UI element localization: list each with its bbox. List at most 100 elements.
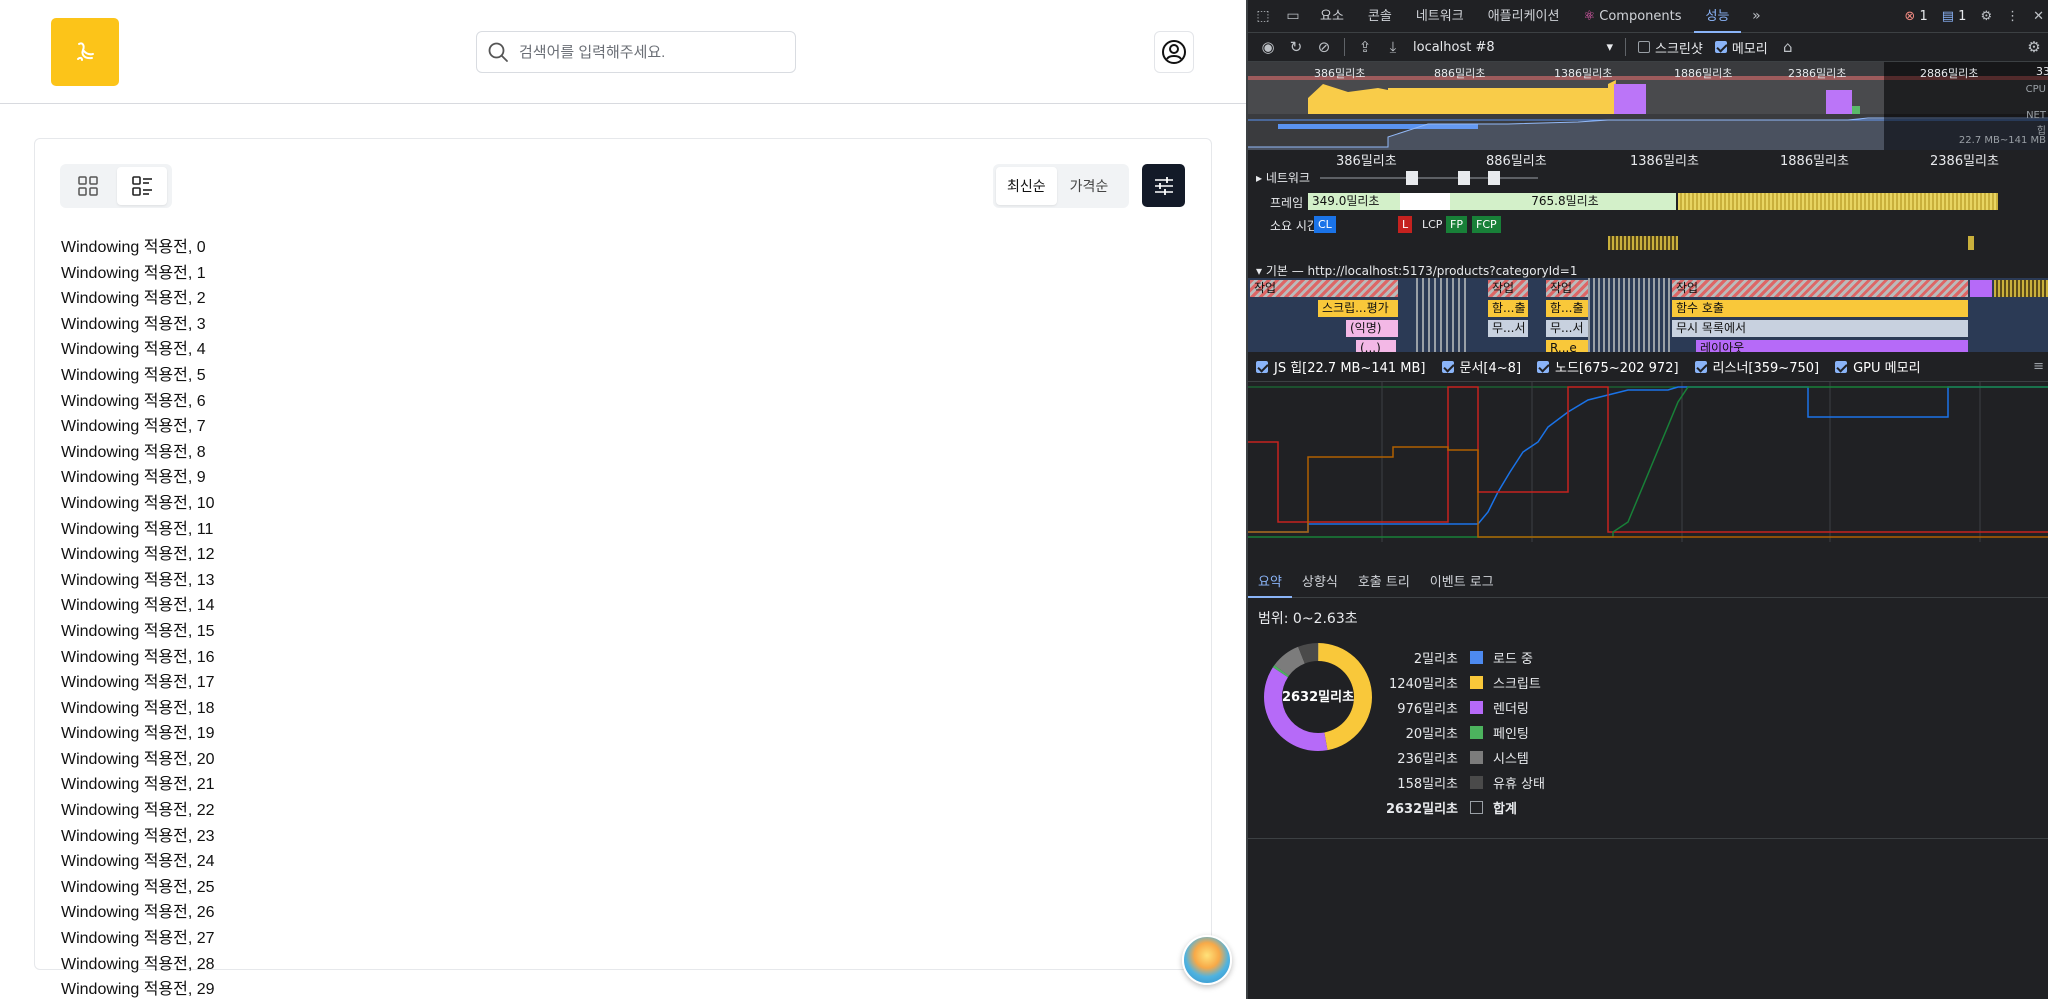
script-eval-block[interactable]: 스크립...평가 bbox=[1318, 300, 1398, 317]
tab-elements[interactable]: 요소 bbox=[1308, 0, 1356, 33]
task-block[interactable]: 작업 bbox=[1546, 280, 1588, 297]
sort-price-button[interactable]: 가격순 bbox=[1059, 167, 1120, 205]
load-marker[interactable]: L bbox=[1398, 216, 1413, 233]
fcp-marker[interactable]: FCP bbox=[1472, 216, 1501, 233]
list-item[interactable]: Windowing 적용전, 15 bbox=[61, 619, 661, 645]
inspect-element-icon[interactable]: ⬚ bbox=[1248, 8, 1278, 24]
floating-avatar-button[interactable] bbox=[1182, 935, 1232, 985]
recording-select[interactable]: localhost #8 ▾ bbox=[1413, 40, 1613, 55]
tab-event-log[interactable]: 이벤트 로그 bbox=[1420, 568, 1504, 598]
task-block[interactable]: 작업 bbox=[1672, 280, 1968, 297]
tab-call-tree[interactable]: 호출 트리 bbox=[1348, 568, 1420, 598]
list-view-button[interactable] bbox=[117, 167, 167, 205]
list-item[interactable]: Windowing 적용전, 28 bbox=[61, 952, 661, 978]
list-item[interactable]: Windowing 적용전, 14 bbox=[61, 593, 661, 619]
list-item[interactable]: Windowing 적용전, 10 bbox=[61, 491, 661, 517]
reload-icon[interactable]: ↻ bbox=[1288, 38, 1304, 56]
record-icon[interactable]: ◉ bbox=[1260, 38, 1276, 56]
grid-view-button[interactable] bbox=[63, 167, 113, 205]
list-item[interactable]: Windowing 적용전, 24 bbox=[61, 849, 661, 875]
list-item[interactable]: Windowing 적용전, 12 bbox=[61, 542, 661, 568]
tab-application[interactable]: 애플리케이션 bbox=[1476, 0, 1572, 33]
anonymous-block[interactable]: (...) bbox=[1356, 340, 1396, 352]
list-item[interactable]: Windowing 적용전, 22 bbox=[61, 798, 661, 824]
capture-settings-icon[interactable]: ⚙ bbox=[2026, 38, 2042, 56]
list-item[interactable]: Windowing 적용전, 25 bbox=[61, 875, 661, 901]
function-call-block[interactable]: 함수 호출 bbox=[1672, 300, 1968, 317]
list-item[interactable]: Windowing 적용전, 2 bbox=[61, 286, 661, 312]
tab-bottom-up[interactable]: 상향식 bbox=[1292, 568, 1348, 598]
clear-icon[interactable]: ⊘ bbox=[1316, 38, 1332, 56]
list-item[interactable]: Windowing 적용전, 13 bbox=[61, 568, 661, 594]
screenshot-checkbox[interactable]: 스크린샷 bbox=[1638, 38, 1703, 57]
message-indicator[interactable]: ▤ 1 bbox=[1942, 9, 1967, 24]
close-icon[interactable]: ✕ bbox=[2033, 9, 2044, 24]
layout-block[interactable]: 레이아웃 bbox=[1696, 340, 1968, 352]
lcp-marker[interactable]: LCP bbox=[1418, 216, 1446, 233]
list-item[interactable]: Windowing 적용전, 3 bbox=[61, 312, 661, 338]
counter-nodes[interactable]: 노드[675~202 972] bbox=[1529, 352, 1687, 382]
frame-block[interactable] bbox=[1400, 193, 1450, 210]
list-item[interactable]: Windowing 적용전, 0 bbox=[61, 235, 661, 261]
tab-components[interactable]: ⚛ Components bbox=[1571, 0, 1693, 33]
ignore-list-block[interactable]: 무...서 bbox=[1488, 320, 1528, 337]
list-item[interactable]: Windowing 적용전, 8 bbox=[61, 440, 661, 466]
list-item[interactable]: Windowing 적용전, 6 bbox=[61, 389, 661, 415]
list-item[interactable]: Windowing 적용전, 20 bbox=[61, 747, 661, 773]
list-item[interactable]: Windowing 적용전, 5 bbox=[61, 363, 661, 389]
tab-console[interactable]: 콘솔 bbox=[1356, 0, 1404, 33]
main-thread-track-label[interactable]: ▾ 기본 — http://localhost:5173/products?ca… bbox=[1256, 262, 1577, 279]
tab-network[interactable]: 네트워크 bbox=[1404, 0, 1476, 33]
flame-chart[interactable]: 386밀리초 886밀리초 1386밀리초 1886밀리초 2386밀리초 ▸ … bbox=[1248, 150, 2048, 352]
ignore-list-block[interactable]: 무시 목록에서 bbox=[1672, 320, 1968, 337]
filter-button[interactable] bbox=[1142, 164, 1185, 207]
list-item[interactable]: Windowing 적용전, 19 bbox=[61, 721, 661, 747]
list-item[interactable]: Windowing 적용전, 29 bbox=[61, 977, 661, 999]
task-block[interactable]: 작업 bbox=[1488, 280, 1528, 297]
list-item[interactable]: Windowing 적용전, 11 bbox=[61, 517, 661, 543]
profile-button[interactable] bbox=[1154, 31, 1194, 73]
task-block[interactable]: 작업 bbox=[1250, 280, 1398, 297]
device-toggle-icon[interactable]: ▭ bbox=[1278, 8, 1308, 24]
kebab-menu-icon[interactable]: ⋮ bbox=[2006, 9, 2019, 24]
error-indicator[interactable]: ⊗ 1 bbox=[1904, 9, 1927, 24]
list-item[interactable]: Windowing 적용전, 16 bbox=[61, 645, 661, 671]
settings-icon[interactable]: ⚙ bbox=[1980, 9, 1992, 24]
ignore-list-block[interactable]: 무...서 bbox=[1546, 320, 1588, 337]
list-item[interactable]: Windowing 적용전, 4 bbox=[61, 337, 661, 363]
logo[interactable] bbox=[51, 18, 119, 86]
counter-documents[interactable]: 문서[4~8] bbox=[1434, 352, 1530, 382]
timeline-overview[interactable]: 386밀리초 886밀리초 1386밀리초 1886밀리초 2386밀리초 28… bbox=[1248, 62, 2048, 150]
more-tabs-icon[interactable]: » bbox=[1741, 8, 1771, 24]
memory-checkbox[interactable]: 메모리 bbox=[1714, 38, 1768, 57]
list-item[interactable]: Windowing 적용전, 23 bbox=[61, 824, 661, 850]
list-item[interactable]: Windowing 적용전, 26 bbox=[61, 900, 661, 926]
tab-summary[interactable]: 요약 bbox=[1248, 568, 1292, 598]
task-dense-block[interactable] bbox=[1416, 278, 1466, 352]
list-item[interactable]: Windowing 적용전, 21 bbox=[61, 772, 661, 798]
render-block[interactable]: R...e bbox=[1546, 340, 1588, 352]
function-call-block[interactable]: 함...출 bbox=[1546, 300, 1588, 317]
tab-performance[interactable]: 성능 bbox=[1693, 0, 1742, 33]
list-item[interactable]: Windowing 적용전, 1 bbox=[61, 261, 661, 287]
fp-marker[interactable]: FP bbox=[1446, 216, 1467, 233]
upload-icon[interactable]: ⇪ bbox=[1357, 38, 1373, 56]
download-icon[interactable]: ⤓ bbox=[1385, 38, 1401, 56]
frame-block[interactable]: 765.8밀리초 bbox=[1450, 193, 1676, 210]
list-item[interactable]: Windowing 적용전, 27 bbox=[61, 926, 661, 952]
frame-block[interactable] bbox=[1678, 193, 1998, 210]
search-input[interactable] bbox=[519, 43, 779, 61]
list-item[interactable]: Windowing 적용전, 17 bbox=[61, 670, 661, 696]
counter-listeners[interactable]: 리스너[359~750] bbox=[1687, 352, 1828, 382]
anonymous-block[interactable]: (익명) bbox=[1346, 320, 1398, 337]
function-call-block[interactable]: 함...출 bbox=[1488, 300, 1528, 317]
search-box[interactable] bbox=[476, 31, 796, 73]
list-item[interactable]: Windowing 적용전, 18 bbox=[61, 696, 661, 722]
counter-gpu-memory[interactable]: GPU 메모리 bbox=[1827, 352, 1928, 382]
hamburger-icon[interactable]: ≡ bbox=[2033, 359, 2044, 374]
task-dense-block[interactable] bbox=[1588, 278, 1670, 352]
broom-icon[interactable]: ⌂ bbox=[1780, 38, 1796, 56]
sort-latest-button[interactable]: 최신순 bbox=[996, 167, 1057, 205]
counter-js-heap[interactable]: JS 힙[22.7 MB~141 MB] bbox=[1248, 352, 1434, 382]
list-item[interactable]: Windowing 적용전, 9 bbox=[61, 465, 661, 491]
